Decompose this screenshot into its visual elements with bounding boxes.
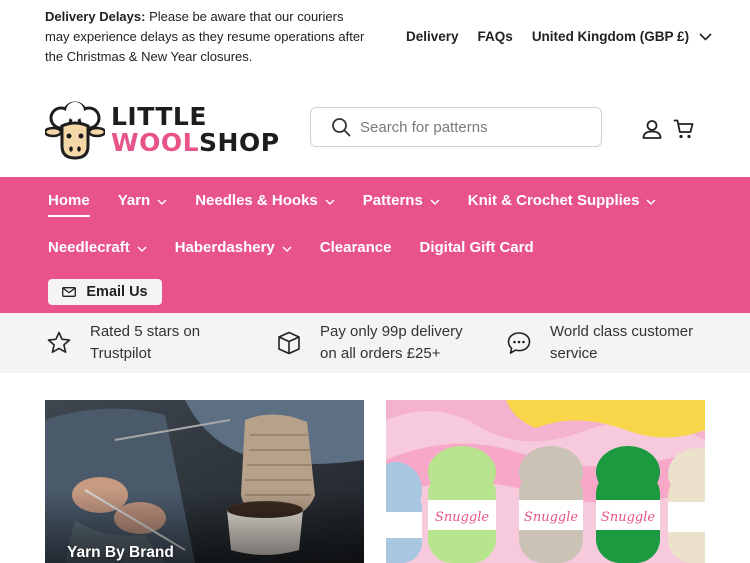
nav-item-clearance[interactable]: Clearance [320, 239, 392, 256]
svg-text:Snuggle: Snuggle [601, 510, 655, 525]
feature-delivery: Pay only 99p delivery on all orders £25+ [275, 321, 463, 365]
nav-item-yarn[interactable]: Yarn [118, 192, 168, 209]
star-icon [45, 330, 73, 356]
cart-icon[interactable] [673, 118, 695, 140]
top-links: Delivery FAQs United Kingdom (GBP £) [406, 29, 712, 44]
feature-text: Rated 5 stars on Trustpilot [90, 321, 200, 365]
nav-item-home[interactable]: Home [48, 192, 90, 217]
chat-icon [505, 330, 533, 356]
feature-text: Pay only 99p delivery on all orders £25+ [320, 321, 463, 365]
nav-row-1: Home Yarn Needles & Hooks Patterns Knit … [48, 192, 684, 217]
sheep-logo-icon [45, 101, 105, 160]
delivery-link[interactable]: Delivery [406, 29, 459, 44]
search-icon[interactable] [331, 117, 351, 137]
knitting-photo [45, 400, 364, 563]
nav-item-haberdashery[interactable]: Haberdashery [175, 239, 292, 256]
logo-line-1: LITTLE [111, 102, 207, 131]
feature-line-1: World class customer [550, 323, 694, 340]
collection-card-yarn-by-brand[interactable]: Yarn By Brand [45, 400, 364, 563]
envelope-icon [62, 287, 77, 297]
delivery-delays-notice: Delivery Delays: Please be aware that ou… [45, 7, 365, 67]
feature-customer-service: World class customer service [505, 321, 693, 365]
announcement-bar: Delivery Delays: Please be aware that ou… [0, 0, 750, 75]
nav-item-needlecraft[interactable]: Needlecraft [48, 239, 147, 256]
chevron-down-icon [646, 199, 656, 205]
nav-item-label: Patterns [362, 192, 423, 209]
nav-item-patterns[interactable]: Patterns [363, 192, 440, 209]
logo-wool: WOOL [111, 128, 200, 157]
feature-line-1: Pay only 99p delivery [320, 323, 463, 340]
header-actions [641, 118, 695, 140]
chevron-down-icon [430, 199, 440, 205]
feature-line-2: on all orders £25+ [320, 345, 441, 362]
site-logo[interactable]: LITTLE WOOLSHOP [45, 98, 280, 162]
feature-text: World class customer service [550, 321, 693, 365]
chevron-down-icon [157, 199, 167, 205]
feature-line-2: Trustpilot [90, 345, 152, 362]
nav-item-label: Needlecraft [48, 239, 130, 256]
nav-item-digital-gift-card[interactable]: Digital Gift Card [419, 239, 533, 256]
features-strip: Rated 5 stars on Trustpilot Pay only 99p … [0, 313, 750, 373]
main-navigation: Home Yarn Needles & Hooks Patterns Knit … [0, 177, 750, 313]
logo-wordmark: LITTLE WOOLSHOP [111, 104, 280, 156]
site-header: LITTLE WOOLSHOP [0, 80, 750, 177]
email-us-button[interactable]: Email Us [48, 279, 162, 305]
chevron-down-icon [699, 32, 712, 41]
feature-line-1: Rated 5 stars on [90, 323, 201, 340]
collection-card-yarn[interactable]: Snuggle Snuggle Snuggle [386, 400, 705, 563]
box-icon [275, 330, 303, 356]
nav-item-label: Haberdashery [174, 239, 275, 256]
logo-shop: SHOP [199, 128, 280, 157]
email-us-label: Email Us [86, 284, 148, 300]
nav-item-label: Yarn [117, 192, 151, 209]
search-input[interactable] [360, 118, 590, 136]
search-bar[interactable] [310, 107, 602, 147]
chevron-down-icon [137, 246, 147, 252]
announcement-heading: Delivery Delays: [45, 9, 146, 24]
card-label: Yarn By Brand [67, 544, 174, 561]
svg-text:Snuggle: Snuggle [524, 510, 578, 525]
nav-item-label: Knit & Crochet Supplies [467, 192, 640, 209]
nav-item-label: Needles & Hooks [195, 192, 318, 209]
region-selector[interactable]: United Kingdom (GBP £) [532, 29, 712, 44]
chevron-down-icon [282, 246, 292, 252]
svg-text:Snuggle: Snuggle [435, 510, 489, 525]
account-icon[interactable] [641, 118, 663, 140]
nav-item-label: Digital Gift Card [419, 239, 534, 256]
feature-line-2: service [550, 345, 598, 362]
nav-row-2: Needlecraft Haberdashery Clearance Digit… [48, 239, 562, 256]
region-label: United Kingdom (GBP £) [531, 29, 690, 44]
feature-trustpilot: Rated 5 stars on Trustpilot [45, 321, 200, 365]
nav-item-knit-crochet-supplies[interactable]: Knit & Crochet Supplies [468, 192, 657, 209]
yarn-balls-image: Snuggle Snuggle Snuggle [386, 400, 705, 563]
chevron-down-icon [325, 199, 335, 205]
nav-item-label: Clearance [319, 239, 392, 256]
nav-item-needles-hooks[interactable]: Needles & Hooks [195, 192, 335, 209]
nav-item-label: Home [48, 192, 90, 209]
faqs-link[interactable]: FAQs [478, 29, 513, 44]
logo-line-2: WOOLSHOP [111, 130, 280, 156]
